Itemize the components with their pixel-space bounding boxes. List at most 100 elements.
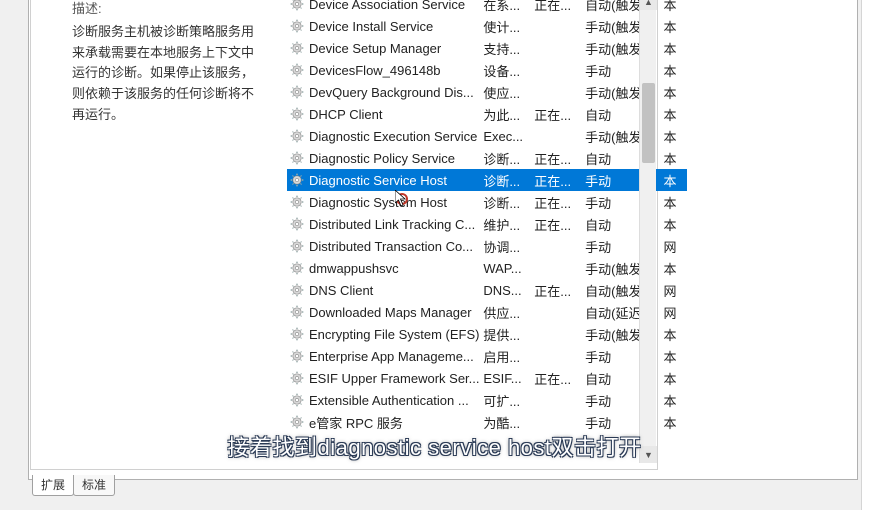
gear-icon bbox=[289, 238, 305, 254]
service-description-pane: 描述: 诊断服务主机被诊断策略服务用来承载需要在本地服务上下文中运行的诊断。如果… bbox=[66, 0, 266, 130]
service-logon: 本 bbox=[664, 259, 688, 278]
service-desc: 诊断... bbox=[483, 149, 534, 168]
gear-icon bbox=[289, 348, 305, 364]
service-logon: 本 bbox=[664, 193, 688, 212]
gear-icon bbox=[289, 40, 305, 56]
service-logon: 本 bbox=[664, 17, 688, 36]
service-desc: ESIF... bbox=[483, 371, 534, 386]
service-row[interactable]: Diagnostic System Host诊断...正在...手动本 bbox=[287, 191, 687, 213]
service-logon: 本 bbox=[664, 413, 688, 432]
service-row[interactable]: Encrypting File System (EFS)提供...手动(触发..… bbox=[287, 323, 687, 345]
service-status: 正在... bbox=[534, 215, 585, 234]
scroll-down-button[interactable]: ▼ bbox=[640, 446, 657, 463]
service-name: DHCP Client bbox=[309, 107, 483, 122]
scroll-up-button[interactable]: ▲ bbox=[640, 0, 657, 10]
service-desc: WAP... bbox=[483, 261, 534, 276]
service-desc: 协调... bbox=[483, 237, 534, 256]
service-row[interactable]: dmwappushsvcWAP...手动(触发...本 bbox=[287, 257, 687, 279]
service-row[interactable]: Device Setup Manager支持...手动(触发...本 bbox=[287, 37, 687, 59]
service-logon: 本 bbox=[664, 391, 688, 410]
gear-icon bbox=[289, 304, 305, 320]
service-row[interactable]: Distributed Link Tracking C...维护...正在...… bbox=[287, 213, 687, 235]
service-name: Extensible Authentication ... bbox=[309, 393, 483, 408]
description-text: 诊断服务主机被诊断策略服务用来承载需要在本地服务上下文中运行的诊断。如果停止该服… bbox=[72, 22, 260, 126]
service-name: Distributed Transaction Co... bbox=[309, 239, 483, 254]
services-list-frame: 描述: 诊断服务主机被诊断策略服务用来承载需要在本地服务上下文中运行的诊断。如果… bbox=[30, 0, 658, 470]
service-logon: 本 bbox=[664, 0, 688, 14]
service-name: Device Setup Manager bbox=[309, 41, 483, 56]
service-row[interactable]: Diagnostic Policy Service诊断...正在...自动本 bbox=[287, 147, 687, 169]
service-logon: 本 bbox=[664, 369, 688, 388]
service-name: Encrypting File System (EFS) bbox=[309, 327, 483, 342]
service-logon: 本 bbox=[664, 325, 688, 344]
service-row[interactable]: Device Association Service在系...正在...自动(触… bbox=[287, 0, 687, 15]
services-list[interactable]: Device Association Service在系...正在...自动(触… bbox=[287, 0, 687, 463]
service-name: ESIF Upper Framework Ser... bbox=[309, 371, 483, 386]
gear-icon bbox=[289, 282, 305, 298]
gear-icon bbox=[289, 326, 305, 342]
service-row[interactable]: Device Install Service使计...手动(触发...本 bbox=[287, 15, 687, 37]
service-name: Diagnostic Policy Service bbox=[309, 151, 483, 166]
service-status: 正在... bbox=[534, 171, 585, 190]
gear-icon bbox=[289, 392, 305, 408]
vertical-scrollbar[interactable]: ▲ ▼ bbox=[639, 0, 656, 463]
service-logon: 网 bbox=[664, 237, 688, 256]
service-row[interactable]: DHCP Client为此...正在...自动本 bbox=[287, 103, 687, 125]
service-name: Enterprise App Manageme... bbox=[309, 349, 483, 364]
service-status: 正在... bbox=[534, 149, 585, 168]
service-row[interactable]: e管家 RPC 服务为酷...手动本 bbox=[287, 411, 687, 433]
service-desc: 使计... bbox=[483, 17, 534, 36]
service-logon: 本 bbox=[664, 83, 688, 102]
service-row[interactable]: Enterprise App Manageme...启用...手动本 bbox=[287, 345, 687, 367]
service-logon: 网 bbox=[664, 281, 688, 300]
tab-extended[interactable]: 扩展 bbox=[32, 475, 74, 496]
service-logon: 本 bbox=[664, 149, 688, 168]
service-logon: 本 bbox=[664, 215, 688, 234]
service-row[interactable]: Diagnostic Execution ServiceExec...手动(触发… bbox=[287, 125, 687, 147]
service-name: Device Association Service bbox=[309, 0, 483, 12]
service-desc: 诊断... bbox=[483, 193, 534, 212]
service-row[interactable]: Distributed Transaction Co...协调...手动网 bbox=[287, 235, 687, 257]
service-logon: 本 bbox=[664, 61, 688, 80]
gear-icon bbox=[289, 84, 305, 100]
gear-icon bbox=[289, 414, 305, 430]
service-name: Diagnostic Execution Service bbox=[309, 129, 483, 144]
service-logon: 本 bbox=[664, 347, 688, 366]
scroll-thumb[interactable] bbox=[642, 83, 655, 163]
gear-icon bbox=[289, 216, 305, 232]
service-name: Device Install Service bbox=[309, 19, 483, 34]
service-status: 正在... bbox=[534, 369, 585, 388]
gear-icon bbox=[289, 260, 305, 276]
service-desc: 为此... bbox=[483, 105, 534, 124]
service-status: 正在... bbox=[534, 105, 585, 124]
service-logon: 本 bbox=[664, 105, 688, 124]
service-desc: DNS... bbox=[483, 283, 534, 298]
service-logon: 本 bbox=[664, 127, 688, 146]
service-row[interactable]: Downloaded Maps Manager供应...自动(延迟...网 bbox=[287, 301, 687, 323]
view-tabs: 扩展 标准 bbox=[32, 475, 114, 496]
service-desc: 维护... bbox=[483, 215, 534, 234]
service-row[interactable]: DevicesFlow_496148b设备...手动本 bbox=[287, 59, 687, 81]
service-name: e管家 RPC 服务 bbox=[309, 413, 483, 432]
service-name: Downloaded Maps Manager bbox=[309, 305, 483, 320]
service-logon: 网 bbox=[664, 303, 688, 322]
service-row[interactable]: Diagnostic Service Host诊断...正在...手动本 bbox=[287, 169, 687, 191]
service-name: dmwappushsvc bbox=[309, 261, 483, 276]
service-desc: 使应... bbox=[483, 83, 534, 102]
service-desc: 启用... bbox=[483, 347, 534, 366]
gear-icon bbox=[289, 106, 305, 122]
gear-icon bbox=[289, 194, 305, 210]
service-row[interactable]: DevQuery Background Dis...使应...手动(触发...本 bbox=[287, 81, 687, 103]
service-desc: 设备... bbox=[483, 61, 534, 80]
tab-standard[interactable]: 标准 bbox=[73, 475, 115, 496]
service-logon: 本 bbox=[664, 171, 688, 190]
service-row[interactable]: Extensible Authentication ...可扩...手动本 bbox=[287, 389, 687, 411]
service-name: DNS Client bbox=[309, 283, 483, 298]
gear-icon bbox=[289, 128, 305, 144]
service-desc: 诊断... bbox=[483, 171, 534, 190]
service-name: Diagnostic Service Host bbox=[309, 173, 483, 188]
service-status: 正在... bbox=[534, 193, 585, 212]
service-row[interactable]: DNS ClientDNS...正在...自动(触发...网 bbox=[287, 279, 687, 301]
service-row[interactable]: ESIF Upper Framework Ser...ESIF...正在...自… bbox=[287, 367, 687, 389]
gear-icon bbox=[289, 62, 305, 78]
